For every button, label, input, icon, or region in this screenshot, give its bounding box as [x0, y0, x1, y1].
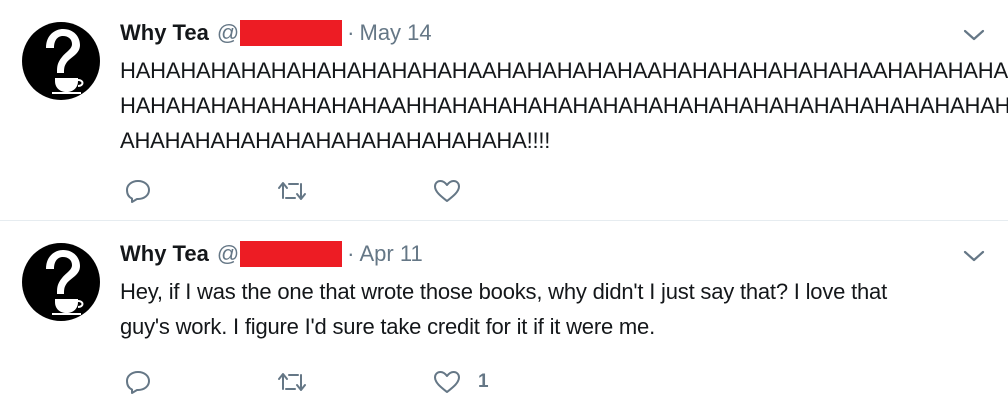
tweet-text-line: guy's work. I figure I'd sure take credi… — [120, 314, 655, 339]
tweet[interactable]: Why Tea @ · Apr 11 Hey, if I was the one… — [0, 221, 1008, 409]
heart-icon — [432, 178, 462, 204]
avatar[interactable] — [22, 243, 100, 321]
display-name[interactable]: Why Tea — [120, 241, 209, 267]
tweet-header: Why Tea @ · May 14 — [120, 19, 432, 47]
tweet-text: Hey, if I was the one that wrote those b… — [120, 274, 990, 344]
redacted-handle — [240, 20, 343, 46]
chevron-down-icon[interactable] — [962, 26, 986, 44]
tweet-text-line: AHAHAHAHAHAHAHAHAHAHAHAHAHA!!!! — [120, 128, 551, 153]
separator-dot: · — [347, 20, 355, 45]
reply-icon — [124, 369, 152, 395]
tweet-actions: 1 — [124, 369, 596, 395]
tweet-actions — [124, 178, 585, 204]
tweet-text-line: HAHAHAHAHAHAHAHAHAHAHAHAAHAHAHAHAHAAHAHA… — [120, 58, 1008, 83]
separator-dot: · — [347, 241, 355, 266]
tweet-text-line: HAHAHAHAHAHAHAHAHAAHHAHAHAHAHAHAHAHAHAHA… — [120, 93, 1008, 118]
reply-button[interactable] — [124, 369, 168, 395]
username[interactable]: @ — [216, 241, 343, 267]
tweet-date[interactable]: Apr 11 — [360, 241, 423, 267]
heart-icon — [432, 369, 462, 395]
reply-icon — [124, 178, 152, 204]
retweet-button[interactable] — [275, 178, 325, 204]
username[interactable]: @ — [216, 20, 343, 46]
like-button[interactable] — [432, 178, 478, 204]
avatar[interactable] — [22, 22, 100, 100]
handle-prefix: @ — [216, 241, 240, 266]
chevron-down-icon[interactable] — [962, 247, 986, 265]
handle-prefix: @ — [216, 20, 240, 45]
tweet[interactable]: Why Tea @ · May 14 HAHAHAHAHAHAHAHAHAHAH… — [0, 0, 1008, 221]
like-button[interactable]: 1 — [432, 369, 489, 395]
tweet-text-line: Hey, if I was the one that wrote those b… — [120, 279, 887, 304]
tweet-text: HAHAHAHAHAHAHAHAHAHAHAHAAHAHAHAHAHAAHAHA… — [120, 53, 1008, 158]
retweet-button[interactable] — [275, 369, 325, 395]
tweet-date[interactable]: May 14 — [360, 20, 432, 46]
reply-button[interactable] — [124, 178, 168, 204]
tweet-header: Why Tea @ · Apr 11 — [120, 240, 423, 268]
like-count: 1 — [478, 371, 489, 392]
retweet-icon — [275, 178, 309, 204]
redacted-handle — [240, 241, 343, 267]
display-name[interactable]: Why Tea — [120, 20, 209, 46]
retweet-icon — [275, 369, 309, 395]
